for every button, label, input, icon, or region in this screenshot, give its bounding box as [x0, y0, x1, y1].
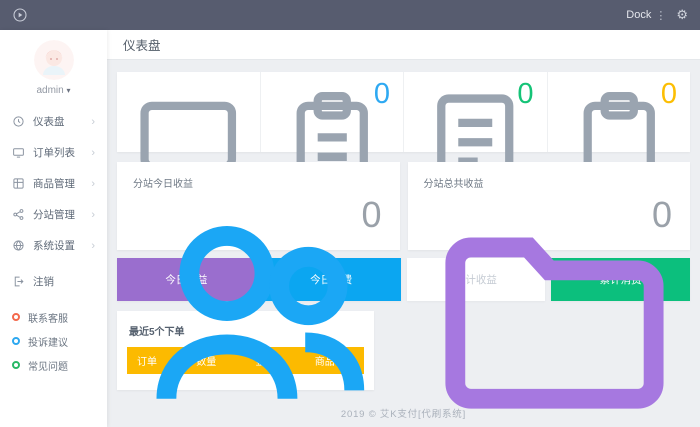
dashboard-icon [12, 115, 25, 128]
substation-icon [12, 208, 25, 221]
chevron-right-icon: › [91, 178, 95, 190]
logout-button[interactable]: 注销 [0, 266, 107, 297]
user-menu[interactable]: admin ▾ [36, 85, 70, 96]
orders-icon [12, 146, 25, 159]
more-dots-icon: ⋮ [655, 9, 666, 22]
ring-icon [12, 313, 20, 321]
help-item-label: 常见问题 [28, 358, 68, 373]
sidebar-item-label: 仪表盘 [33, 114, 91, 129]
dock-button[interactable]: Dock ⋮ [626, 9, 666, 22]
ring-icon [12, 361, 20, 369]
chevron-down-icon: ▾ [67, 86, 71, 95]
chevron-right-icon: › [91, 209, 95, 221]
sidebar-item-feedback[interactable]: 投诉建议 [0, 329, 107, 353]
help-item-label: 投诉建议 [28, 334, 68, 349]
card-title: 分站今日收益 [133, 175, 384, 190]
settings-icon [12, 239, 25, 252]
card-substation-today-revenue: 分站今日收益 0 [117, 162, 400, 250]
stat-today-revenue: 平台今日收益 0 [548, 72, 691, 152]
sidebar-item-orders[interactable]: 订单列表 › [0, 137, 107, 168]
card-value: 0 [361, 194, 381, 236]
stat-today-orders: 平台今日订单 0 [404, 72, 548, 152]
avatar[interactable] [34, 40, 74, 80]
sidebar-item-label: 系统设置 [33, 238, 91, 253]
stat-value: 0 [517, 78, 533, 111]
stat-balance: AIK支付余额 [117, 72, 261, 152]
card-substation-total-revenue: 分站总共收益 0 [408, 162, 691, 250]
sidebar-item-label: 分站管理 [33, 207, 91, 222]
sidebar-item-products[interactable]: 商品管理 › [0, 168, 107, 199]
sidebar-item-dashboard[interactable]: 仪表盘 › [0, 106, 107, 137]
help-item-label: 联系客服 [28, 310, 68, 325]
sidebar: admin ▾ 仪表盘 › 订单列表 › [0, 30, 107, 427]
dock-label: Dock [626, 9, 651, 21]
sidebar-item-contact-support[interactable]: 联系客服 [0, 305, 107, 329]
chevron-right-icon: › [91, 240, 95, 252]
sidebar-item-label: 商品管理 [33, 176, 91, 191]
logout-label: 注销 [33, 274, 95, 289]
sidebar-item-substations[interactable]: 分站管理 › [0, 199, 107, 230]
logout-icon [12, 275, 25, 288]
sidebar-item-settings[interactable]: 系统设置 › [0, 230, 107, 261]
ring-icon [12, 337, 20, 345]
gear-icon[interactable]: ⚙ [676, 7, 688, 23]
card-value: 0 [652, 194, 672, 236]
stat-value: 0 [661, 78, 677, 111]
sidebar-toggle-icon[interactable] [12, 7, 28, 23]
sidebar-item-faq[interactable]: 常见问题 [0, 353, 107, 377]
sidebar-item-label: 订单列表 [33, 145, 91, 160]
stat-total-orders: 平台总订单 0 [261, 72, 405, 152]
stats-panel: AIK支付余额 平台总订单 0 [117, 72, 690, 152]
username-label: admin [36, 85, 63, 96]
chevron-right-icon: › [91, 116, 95, 128]
chevron-right-icon: › [91, 147, 95, 159]
topbar: Dock ⋮ ⚙ [0, 0, 700, 30]
page-title: 仪表盘 [123, 35, 161, 54]
page-header: 仪表盘 [107, 30, 700, 60]
stat-value: 0 [374, 78, 390, 111]
card-title: 分站总共收益 [424, 175, 675, 190]
products-icon [12, 177, 25, 190]
